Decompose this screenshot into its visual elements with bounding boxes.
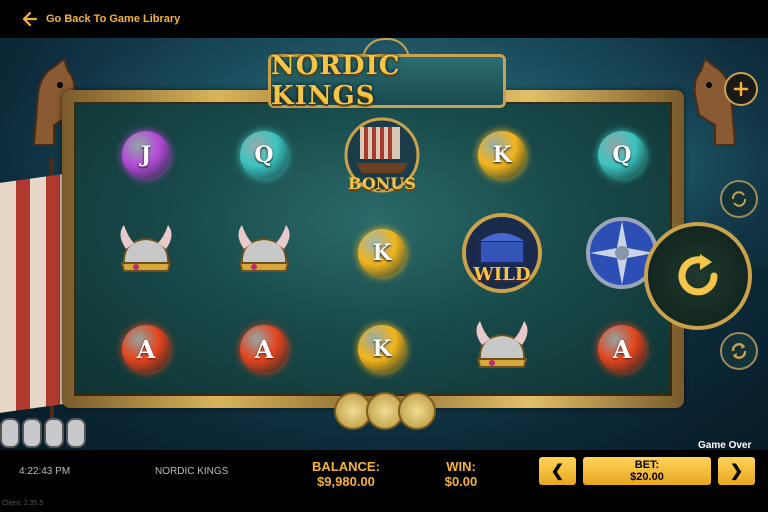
game-status-text: Game Over xyxy=(698,440,752,451)
symbol-letter: Q xyxy=(254,142,274,168)
symbol-letter: A xyxy=(612,334,632,364)
viking-helmet-icon xyxy=(238,225,290,272)
shield-decor xyxy=(0,418,20,448)
symbol-letter: Q xyxy=(612,142,632,168)
autoplay-icon xyxy=(731,191,747,207)
symbol-letter: A xyxy=(254,334,274,364)
gem-icon: A xyxy=(240,325,288,373)
symbol-letter: K xyxy=(372,336,392,362)
shield-decor xyxy=(44,418,64,448)
balance-value: $9,980.00 xyxy=(317,474,375,489)
viking-helmet-icon xyxy=(120,225,172,272)
arrow-left-icon xyxy=(22,11,38,27)
reel-symbol-helmet xyxy=(470,317,534,381)
wild-label: WILD xyxy=(473,264,531,285)
reel-symbol-q: Q xyxy=(590,123,654,187)
reel-symbol-k: K xyxy=(350,317,414,381)
gem-icon: Q xyxy=(598,131,646,179)
reel-symbol-a: A xyxy=(590,317,654,381)
game-title: NORDIC KINGS xyxy=(271,51,401,111)
bet-decrease-button[interactable]: ❮ xyxy=(539,457,576,485)
gem-icon: Q xyxy=(240,131,288,179)
reel-symbol-q: Q xyxy=(232,123,296,187)
bet-increase-button[interactable]: ❯ xyxy=(718,457,755,485)
reel-symbol-bonus: BONUS xyxy=(342,115,422,195)
gem-icon: K xyxy=(358,229,406,277)
gem-icon: J xyxy=(122,131,170,179)
back-link-label: Go Back To Game Library xyxy=(46,13,181,25)
reel-symbol-a: A xyxy=(114,317,178,381)
gem-icon: A xyxy=(122,325,170,373)
spin-icon xyxy=(678,254,718,296)
back-to-library-link[interactable]: Go Back To Game Library xyxy=(20,10,180,28)
symbol-letter: K xyxy=(372,240,392,266)
symbol-letter: J xyxy=(140,142,152,168)
coin-icon xyxy=(398,392,436,430)
win-value: $0.00 xyxy=(444,474,478,489)
reel-symbol-wild: WILD xyxy=(460,211,544,295)
reel-symbol-j: J xyxy=(114,123,178,187)
quick-spin-button[interactable] xyxy=(720,332,758,370)
ship-shields xyxy=(0,418,86,448)
reel-symbol-k: K xyxy=(350,221,414,285)
reel-symbol-helmet xyxy=(114,221,178,285)
clock-time: 4:22:43 PM xyxy=(19,466,71,477)
balance-label: BALANCE: xyxy=(312,459,380,474)
symbol-letter: A xyxy=(136,334,156,364)
shield-decor xyxy=(22,418,42,448)
top-bar: Go Back To Game Library xyxy=(0,0,768,38)
refresh-icon xyxy=(731,343,747,359)
gem-icon: K xyxy=(358,325,406,373)
viking-helmet-icon xyxy=(476,321,528,368)
bet-value: $20.00 xyxy=(630,471,664,483)
reel-symbol-k: K xyxy=(470,123,534,187)
shield-decor xyxy=(66,418,86,448)
coin-decor xyxy=(334,392,436,430)
menu-plus-button[interactable] xyxy=(724,72,758,106)
bet-label: BET: xyxy=(634,459,660,471)
reel-symbol-helmet xyxy=(232,221,296,285)
client-version: Client: 2.35.5 xyxy=(2,500,44,507)
bet-display[interactable]: BET: $20.00 xyxy=(583,457,711,485)
bonus-label: BONUS xyxy=(348,174,416,193)
spin-button[interactable] xyxy=(644,222,752,330)
plus-icon xyxy=(733,81,749,97)
game-name-label: NORDIC KINGS xyxy=(155,466,229,477)
symbol-letter: K xyxy=(492,142,512,168)
gem-icon: A xyxy=(598,325,646,373)
title-plaque: NORDIC KINGS xyxy=(268,51,506,111)
gem-icon: K xyxy=(478,131,526,179)
win-label: WIN: xyxy=(446,459,476,474)
reel-symbol-a: A xyxy=(232,317,296,381)
autoplay-button[interactable] xyxy=(720,180,758,218)
ship-sail xyxy=(0,173,70,413)
